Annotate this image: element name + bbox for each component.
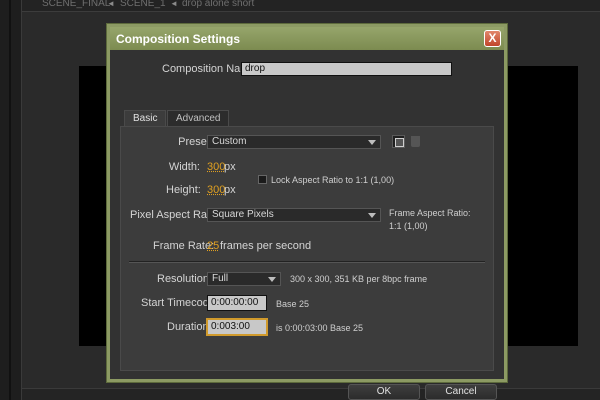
chevron-down-icon	[268, 277, 276, 282]
width-value[interactable]: 300	[207, 161, 225, 173]
left-panel-strip	[0, 0, 22, 400]
breadcrumb-item[interactable]: SCENE_1	[120, 0, 166, 9]
timeline-breadcrumb: SCENE_FINAL ◄ SCENE_1 ◄ drop alone short	[22, 0, 600, 12]
dialog-titlebar[interactable]: Composition Settings X	[110, 27, 504, 50]
chevron-down-icon	[368, 140, 376, 145]
close-button[interactable]: X	[484, 30, 501, 47]
ok-button[interactable]: OK	[348, 384, 420, 400]
height-label: Height:	[166, 184, 201, 196]
preset-label: Preset:	[178, 136, 213, 148]
duration-label: Duration:	[167, 321, 212, 333]
cancel-button[interactable]: Cancel	[425, 384, 497, 400]
chevron-down-icon	[368, 213, 376, 218]
frame-aspect-value: 1:1 (1,00)	[389, 221, 428, 231]
height-value[interactable]: 300	[207, 184, 225, 196]
composition-name-input[interactable]: drop	[241, 62, 452, 76]
tab-basic[interactable]: Basic	[124, 110, 167, 127]
frame-rate-suffix: frames per second	[220, 240, 312, 252]
frame-rate-value[interactable]: 25	[207, 240, 219, 252]
bottom-panel-bar	[22, 388, 600, 400]
preset-value: Custom	[212, 136, 247, 147]
panel-divider	[9, 0, 11, 400]
height-unit: px	[224, 184, 236, 196]
resolution-label: Resolution:	[157, 273, 213, 285]
duration-info: is 0:00:03:00 Base 25	[276, 323, 364, 333]
tab-advanced[interactable]: Advanced	[167, 110, 230, 126]
pixel-aspect-value: Square Pixels	[212, 209, 274, 220]
resolution-select[interactable]: Full	[207, 272, 281, 286]
dialog-body: Composition Name: drop Basic Advanced Pr…	[110, 50, 504, 400]
dialog-title: Composition Settings	[116, 32, 240, 46]
pixel-aspect-select[interactable]: Square Pixels	[207, 208, 381, 222]
save-preset-icon[interactable]	[392, 135, 405, 148]
start-timecode-input[interactable]: 0:00:00:00	[207, 295, 267, 311]
width-unit: px	[224, 161, 236, 173]
delete-preset-icon[interactable]	[411, 136, 420, 147]
duration-input[interactable]: 0:003:00	[207, 319, 267, 335]
start-timecode-base: Base 25	[276, 299, 310, 309]
frame-aspect-label: Frame Aspect Ratio:	[389, 208, 471, 218]
divider	[129, 261, 485, 262]
width-label: Width:	[168, 161, 200, 173]
frame-rate-label: Frame Rate:	[153, 240, 215, 252]
basic-tab-panel: Preset: Custom Width: 300 px Lock Aspect…	[120, 126, 494, 371]
lock-aspect-checkbox[interactable]	[258, 175, 267, 184]
chevron-left-icon: ◄	[170, 0, 178, 8]
chevron-left-icon: ◄	[107, 0, 115, 8]
breadcrumb-item[interactable]: SCENE_FINAL	[42, 0, 110, 9]
preset-select[interactable]: Custom	[207, 135, 381, 149]
lock-aspect-label: Lock Aspect Ratio to 1:1 (1,00)	[271, 175, 395, 185]
breadcrumb-item[interactable]: drop alone short	[182, 0, 254, 9]
resolution-info: 300 x 300, 351 KB per 8bpc frame	[290, 274, 428, 284]
composition-settings-dialog: Composition Settings X Composition Name:…	[107, 24, 507, 400]
resolution-value: Full	[212, 273, 229, 284]
